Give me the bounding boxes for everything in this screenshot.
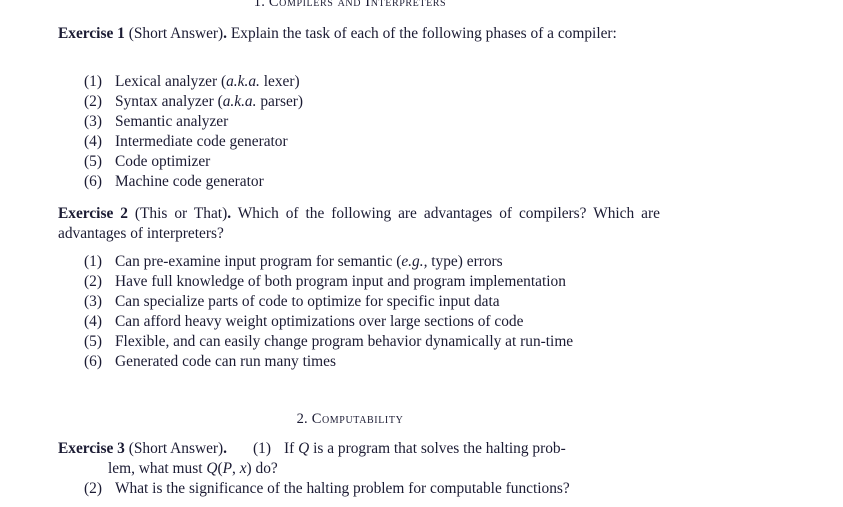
list-item-text-post: type) errors: [427, 253, 503, 270]
list-item: (6) Machine code generator: [84, 172, 303, 192]
list-marker: (5): [84, 333, 102, 351]
list-item: (2) What is the significance of the halt…: [58, 479, 660, 499]
exercise-1-kind: (Short Answer): [128, 25, 224, 42]
list-item-text: Lexical analyzer (a.k.a. lexer): [115, 72, 303, 92]
list-item-text: Syntax analyzer (a.k.a. parser): [115, 92, 303, 112]
list-item-text-post: parser): [256, 93, 304, 111]
list-item-text-italic: a.k.a.: [222, 93, 257, 111]
exercise-3-item1-continuation: lem, what must Q(P, x) do?: [58, 459, 660, 479]
list-item: (6) Generated code can run many times: [84, 352, 573, 372]
list-item-text: Can specialize parts of code to optimize…: [115, 293, 500, 311]
list-marker: (4): [84, 133, 102, 151]
list-marker: (6): [84, 353, 102, 371]
list-marker: (1): [253, 440, 271, 457]
exercise-1-prompt: Explain the task of each of the followin…: [230, 25, 617, 42]
list-item: (1) Lexical analyzer (a.k.a. lexer): [84, 72, 303, 92]
exercise-2-list: (1) Can pre-examine input program for se…: [84, 252, 573, 373]
list-marker: (2): [84, 273, 102, 291]
list-marker: (6): [84, 173, 102, 191]
exercise-2-block: Exercise 2 (This or That). Which of the …: [58, 204, 660, 244]
section-title: Computability: [311, 411, 404, 427]
exercise-3-first-line: Exercise 3 (Short Answer). (1) If Q is a p…: [58, 439, 660, 459]
list-item-text-pre: Lexical analyzer (: [115, 73, 227, 90]
exercise-3-block: Exercise 3 (Short Answer). (1) If Q is a p…: [58, 439, 660, 500]
list-marker: (4): [84, 313, 102, 331]
exercise-1-period: .: [223, 25, 228, 42]
list-item-text-pre: Can pre-examine input program for semant…: [115, 253, 402, 270]
exercise-3-kind: (Short Answer): [128, 440, 224, 457]
list-item-text: Machine code generator: [115, 173, 264, 191]
list-item: (5) Code optimizer: [84, 152, 303, 172]
list-marker: (2): [84, 93, 102, 111]
section-heading-computability: 2. Computability: [0, 411, 700, 428]
exercise-3-item1-a: If: [284, 440, 299, 457]
section-title: Compilers and Interpreters: [268, 0, 447, 10]
list-item-text: Can pre-examine input program for semant…: [115, 252, 573, 272]
list-item: (4) Can afford heavy weight optimization…: [84, 312, 573, 332]
section-heading-compilers: 1. Compilers and Interpreters: [0, 0, 700, 11]
math-comma: ,: [232, 460, 240, 478]
math-var-p: P: [222, 460, 232, 478]
list-item: (1) Can pre-examine input program for se…: [84, 252, 573, 272]
list-marker: (3): [84, 293, 102, 311]
list-marker: (1): [84, 73, 102, 90]
list-item-text: Can afford heavy weight optimizations ov…: [115, 313, 524, 331]
exercise-3-label: Exercise 3: [58, 440, 125, 457]
exercise-3-item1-line2-b: do?: [251, 460, 278, 478]
exercise-1-list: (1) Lexical analyzer (a.k.a. lexer) (2) …: [84, 72, 303, 193]
list-item-text-italic: a.k.a.: [226, 73, 260, 90]
list-marker: (1): [84, 253, 102, 270]
list-item-text-italic: e.g.,: [401, 253, 428, 270]
math-var-q: Q: [298, 440, 310, 457]
section-number: 1.: [253, 0, 266, 10]
list-item: (2) Have full knowledge of both program …: [84, 272, 573, 292]
list-item-text-pre: Syntax analyzer (: [115, 93, 223, 111]
document-page: 1. Compilers and Interpreters Exercise 1…: [0, 0, 843, 507]
list-item-text: What is the significance of the halting …: [115, 480, 570, 498]
exercise-2-period: .: [227, 205, 232, 222]
exercise-1-block: Exercise 1 (Short Answer). Explain the t…: [58, 24, 660, 44]
list-item-text: Intermediate code generator: [115, 133, 288, 151]
exercise-3-item1-b: is a program that solves the halting pro…: [309, 440, 566, 457]
math-var-q: Q: [206, 460, 218, 478]
list-item: (5) Flexible, and can easily change prog…: [84, 332, 573, 352]
exercise-2-label: Exercise 2: [58, 205, 128, 222]
list-marker: (2): [84, 480, 102, 498]
exercise-3-period: .: [223, 440, 228, 457]
list-item: (3) Can specialize parts of code to opti…: [84, 292, 573, 312]
math-var-x: x: [239, 460, 247, 478]
exercise-3-item1-line2-a: lem, what must: [108, 460, 207, 478]
list-item-text: Code optimizer: [115, 153, 211, 171]
list-item-text: Flexible, and can easily change program …: [115, 333, 574, 351]
list-item: (4) Intermediate code generator: [84, 132, 303, 152]
list-item: (2) Syntax analyzer (a.k.a. parser): [84, 92, 303, 112]
exercise-2-kind: (This or That): [134, 205, 228, 222]
list-marker: (5): [84, 153, 102, 171]
list-item-text-post: lexer): [259, 73, 300, 90]
list-item-text: Have full knowledge of both program inpu…: [115, 273, 566, 291]
exercise-1-label: Exercise 1: [58, 25, 125, 42]
list-item: (3) Semantic analyzer: [84, 112, 303, 132]
list-marker: (3): [84, 113, 102, 131]
section-number: 2.: [296, 411, 308, 427]
list-item-text: Generated code can run many times: [115, 353, 336, 371]
list-item-text: Semantic analyzer: [115, 113, 229, 131]
